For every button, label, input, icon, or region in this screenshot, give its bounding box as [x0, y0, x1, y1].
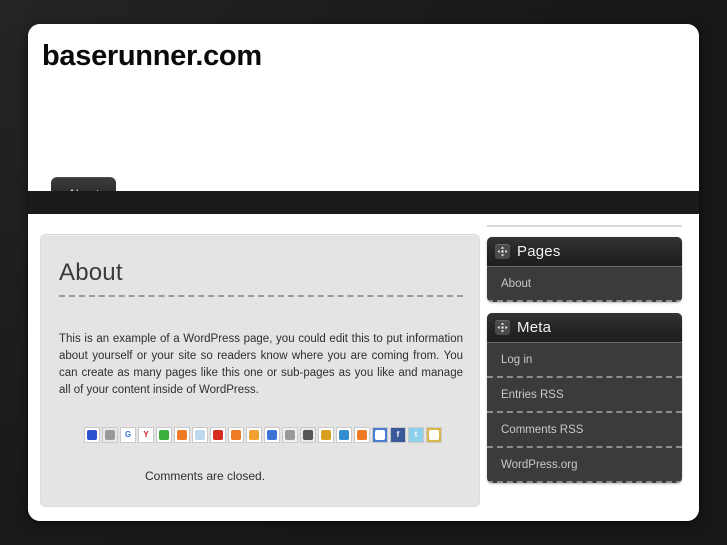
share-icon-glyph [429, 430, 439, 440]
widget-link[interactable]: Comments RSS [487, 413, 682, 448]
facebook-icon[interactable]: f [390, 427, 406, 443]
widget-title: Pages [517, 243, 561, 260]
newsvine-icon[interactable] [192, 427, 208, 443]
google-icon[interactable]: G [120, 427, 136, 443]
share-icon-glyph [267, 430, 277, 440]
share-icon-glyph [231, 430, 241, 440]
widget-link[interactable]: Log in [487, 343, 682, 378]
widget-link[interactable]: WordPress.org [487, 448, 682, 483]
blinklist-icon[interactable] [318, 427, 334, 443]
widget-header: Meta [487, 313, 682, 343]
share-icon-glyph [321, 430, 331, 440]
widget-body: About [487, 267, 682, 302]
share-icon-glyph [177, 430, 187, 440]
title-divider [59, 295, 463, 297]
move-arrows-icon[interactable] [495, 320, 510, 335]
reddit-icon[interactable] [210, 427, 226, 443]
sidebar-widget: Meta Log in Entries RSS Comments RSS WordPre… [487, 313, 682, 483]
main-navigation: About [28, 155, 699, 211]
share-icon-glyph: f [396, 430, 400, 439]
content-panel: About This is an example of a WordPress … [40, 234, 480, 507]
mixx-icon[interactable] [228, 427, 244, 443]
sidebar-top-divider [487, 225, 682, 227]
entry-body-text: This is an example of a WordPress page, … [59, 333, 463, 396]
widget-link[interactable]: About [487, 267, 682, 302]
widget-link[interactable]: Entries RSS [487, 378, 682, 413]
share-icon-glyph [249, 430, 259, 440]
rss-icon[interactable] [354, 427, 370, 443]
share-icon-glyph [87, 430, 97, 440]
widget-body: Log in Entries RSS Comments RSS WordPress.o… [487, 343, 682, 483]
squidoo-icon[interactable] [282, 427, 298, 443]
share-icon-glyph [303, 430, 313, 440]
furl-icon[interactable] [336, 427, 352, 443]
delicious-icon[interactable] [84, 427, 100, 443]
share-icon-glyph [339, 430, 349, 440]
share-icon-glyph [375, 430, 385, 440]
twitter-icon[interactable]: t [408, 427, 424, 443]
widget-header: Pages [487, 237, 682, 267]
share-icon-glyph [285, 430, 295, 440]
share-icon-glyph [357, 430, 367, 440]
share-icon-glyph [105, 430, 115, 440]
digg-icon[interactable] [102, 427, 118, 443]
friendfeed-icon[interactable] [372, 427, 388, 443]
technorati-icon[interactable] [156, 427, 172, 443]
share-icon-glyph [213, 430, 223, 440]
share-icon-glyph: t [414, 430, 418, 439]
sidebar: Pages About Meta Log in Entries RSS Comments … [486, 225, 687, 494]
sidebar-widget: Pages About [487, 237, 682, 302]
header-divider [28, 191, 699, 214]
site-container: baserunner.com About About This is an ex… [28, 24, 699, 521]
page-title: About [59, 259, 123, 286]
propeller-icon[interactable] [246, 427, 262, 443]
yahoo-icon[interactable]: Y [138, 427, 154, 443]
widget-title: Meta [517, 319, 552, 336]
magnolia-icon[interactable] [300, 427, 316, 443]
social-share-row: G Yf t [84, 427, 444, 447]
page-body: About This is an example of a WordPress … [28, 214, 699, 521]
comments-closed-note: Comments are closed. [145, 469, 266, 483]
simpy-icon[interactable] [264, 427, 280, 443]
email-icon[interactable] [426, 427, 442, 443]
share-icon-glyph [159, 430, 169, 440]
share-icon-glyph: G [124, 430, 132, 439]
stumbleupon-icon[interactable] [174, 427, 190, 443]
move-arrows-icon[interactable] [495, 244, 510, 259]
share-icon-glyph: Y [143, 430, 149, 439]
site-title: baserunner.com [42, 40, 262, 72]
share-icon-glyph [195, 430, 205, 440]
